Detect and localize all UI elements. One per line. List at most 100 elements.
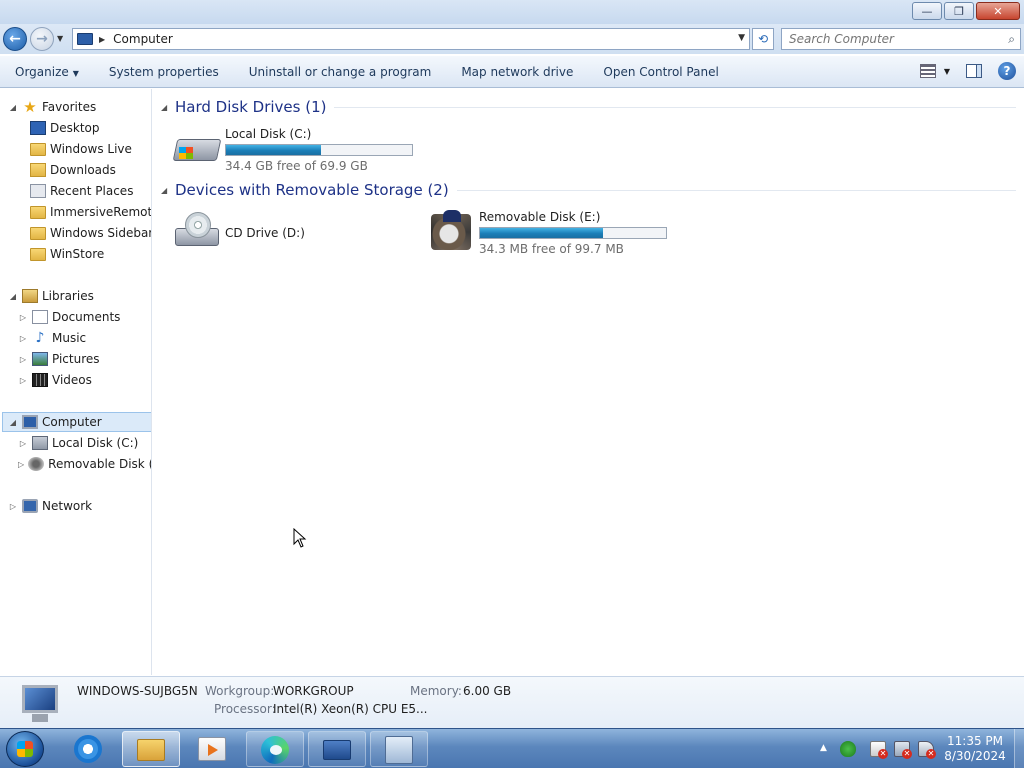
preview-pane-icon[interactable]	[966, 64, 982, 78]
clock-time: 11:35 PM	[947, 734, 1003, 748]
nav-label: Documents	[52, 310, 121, 324]
nav-network[interactable]: ▷ Network	[8, 496, 151, 516]
show-hidden-icons-icon[interactable]: ▲	[820, 743, 827, 753]
open-control-panel-button[interactable]: Open Control Panel	[588, 65, 733, 79]
show-desktop-button[interactable]	[1014, 729, 1024, 768]
processor-label: Processor:	[214, 702, 276, 716]
nav-item-winstore[interactable]: WinStore	[26, 244, 151, 264]
group-header-hard-disk-drives[interactable]: ◢ Hard Disk Drives (1)	[161, 97, 1016, 117]
expand-icon[interactable]: ▷	[18, 376, 28, 385]
nav-label: Libraries	[42, 289, 94, 303]
uninstall-program-button[interactable]: Uninstall or change a program	[234, 65, 447, 79]
chevron-down-icon: ▼	[943, 66, 950, 76]
drive-removable-disk-e[interactable]: Removable Disk (E:) 34.3 MB free of 99.7…	[427, 206, 677, 256]
action-center-flag-icon[interactable]	[870, 741, 888, 759]
view-controls: ▼ ?	[919, 62, 1016, 80]
memory-value: 6.00 GB	[463, 684, 512, 698]
nav-favorites[interactable]: ◢ ★ Favorites	[8, 97, 151, 117]
drive-free-space: 34.4 GB free of 69.9 GB	[225, 159, 368, 173]
taskbar-windows-explorer[interactable]	[122, 731, 180, 767]
search-input[interactable]	[782, 29, 992, 49]
nav-item-pictures[interactable]: ▷ Pictures	[18, 349, 151, 369]
magnifier-icon[interactable]: ⌕	[1008, 32, 1015, 47]
group-header-removable-storage[interactable]: ◢ Devices with Removable Storage (2)	[161, 180, 1016, 200]
recent-places-icon	[30, 184, 46, 198]
nav-item-removable-disk-e[interactable]: ▷ Removable Disk (E:)	[18, 454, 151, 474]
taskbar-edge[interactable]	[246, 731, 304, 767]
media-player-icon	[198, 737, 226, 761]
collapse-icon[interactable]: ◢	[8, 103, 18, 112]
nav-libraries[interactable]: ◢ Libraries	[8, 286, 151, 306]
breadcrumb-chevron-icon[interactable]: ▶	[99, 35, 105, 44]
nav-item-downloads[interactable]: Downloads	[26, 160, 151, 180]
expand-icon[interactable]: ▷	[18, 313, 28, 322]
expand-icon[interactable]: ▷	[18, 439, 28, 448]
nav-computer[interactable]: ◢ Computer	[2, 412, 151, 432]
taskbar-internet-explorer[interactable]	[60, 731, 118, 767]
hard-disk-icon	[32, 436, 48, 450]
nav-item-documents[interactable]: ▷ Documents	[18, 307, 151, 327]
collapse-icon[interactable]: ◢	[8, 418, 18, 427]
recent-pages-dropdown[interactable]: ▼	[57, 34, 63, 43]
search-box[interactable]: ⌕	[781, 28, 1021, 50]
expand-icon[interactable]: ▷	[8, 502, 18, 511]
folder-icon	[30, 205, 46, 219]
back-button[interactable]: ←	[3, 27, 27, 51]
close-button[interactable]: ✕	[976, 2, 1020, 20]
expand-icon[interactable]: ▷	[18, 355, 28, 364]
nav-label: Computer	[42, 415, 102, 429]
nav-label: Removable Disk (E:)	[48, 457, 151, 471]
nav-item-windows-live[interactable]: Windows Live	[26, 139, 151, 159]
maximize-icon: ❐	[954, 4, 964, 18]
taskbar-media-player[interactable]	[184, 731, 242, 767]
navigation-pane: ◢ ★ Favorites Desktop Windows Live Downloa…	[0, 89, 152, 675]
nav-item-music[interactable]: ▷ ♪ Music	[18, 328, 151, 348]
organize-menu[interactable]: Organize ▼	[0, 65, 94, 79]
clock[interactable]: 11:35 PM 8/30/2024	[940, 734, 1010, 764]
nav-item-desktop[interactable]: Desktop	[26, 118, 151, 138]
taskbar-server-manager[interactable]	[308, 731, 366, 767]
drive-usage-fill	[480, 228, 603, 238]
nav-item-recent-places[interactable]: Recent Places	[26, 181, 151, 201]
nav-label: Videos	[52, 373, 92, 387]
nav-item-local-disk-c[interactable]: ▷ Local Disk (C:)	[18, 433, 151, 453]
expand-icon[interactable]: ▷	[18, 334, 28, 343]
change-view-button[interactable]: ▼	[919, 64, 950, 78]
clock-date: 8/30/2024	[944, 749, 1006, 763]
security-shield-icon[interactable]	[840, 741, 856, 757]
forward-button[interactable]: →	[30, 27, 54, 51]
address-bar[interactable]: ▶ Computer ▼	[72, 28, 750, 50]
maximize-button[interactable]: ❐	[944, 2, 974, 20]
nav-label: WinStore	[50, 247, 105, 261]
help-icon[interactable]: ?	[998, 62, 1016, 80]
downloads-icon	[30, 163, 46, 177]
minimize-button[interactable]: —	[912, 2, 942, 20]
expand-icon[interactable]: ▷	[18, 460, 24, 469]
star-icon: ★	[23, 98, 37, 116]
nav-item-videos[interactable]: ▷ Videos	[18, 370, 151, 390]
drive-usage-bar	[225, 144, 413, 156]
nav-item-windows-sidebar[interactable]: Windows Sidebar	[26, 223, 152, 243]
network-status-icon[interactable]	[894, 741, 912, 759]
nav-item-immersive-remote[interactable]: ImmersiveRemoteD	[26, 202, 152, 222]
nav-label: Recent Places	[50, 184, 134, 198]
edge-icon	[261, 736, 289, 764]
libraries-icon	[22, 289, 38, 303]
refresh-icon: ⟲	[757, 32, 769, 46]
start-button[interactable]	[6, 731, 44, 767]
collapse-icon[interactable]: ◢	[161, 186, 175, 195]
volume-muted-icon[interactable]	[918, 741, 936, 759]
refresh-button[interactable]: ⟲	[752, 28, 774, 50]
system-properties-button[interactable]: System properties	[94, 65, 234, 79]
drive-local-disk-c[interactable]: Local Disk (C:) 34.4 GB free of 69.9 GB	[172, 123, 423, 173]
collapse-icon[interactable]: ◢	[161, 103, 175, 112]
taskbar-remote-desktop[interactable]	[370, 731, 428, 767]
address-dropdown-icon[interactable]: ▼	[738, 33, 745, 43]
remote-desktop-icon	[385, 736, 413, 764]
nav-label: ImmersiveRemoteD	[50, 205, 152, 219]
breadcrumb-computer[interactable]: Computer	[113, 32, 173, 46]
collapse-icon[interactable]: ◢	[8, 292, 18, 301]
nav-label: Windows Sidebar	[50, 226, 152, 240]
drive-cd-d[interactable]: CD Drive (D:)	[173, 206, 423, 256]
map-network-drive-button[interactable]: Map network drive	[446, 65, 588, 79]
